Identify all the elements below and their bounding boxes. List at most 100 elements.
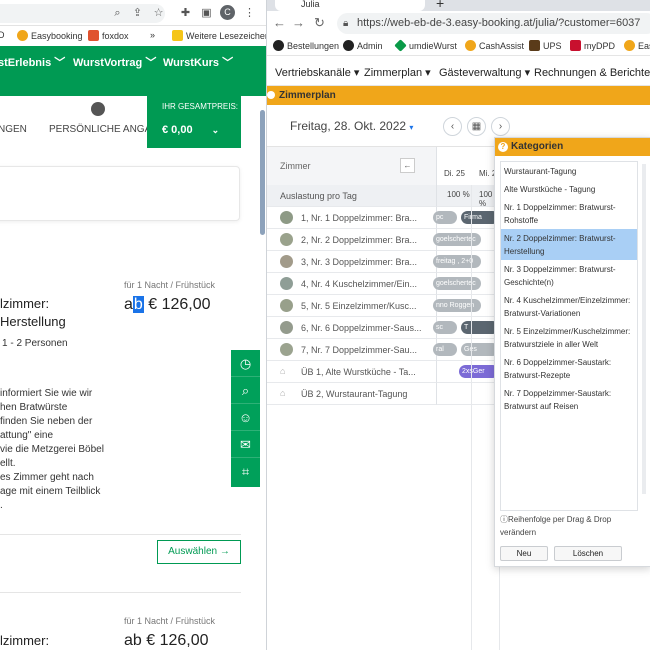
info-card [0, 166, 240, 221]
menu-zimmerplan[interactable]: Zimmerplan ▾ [364, 66, 431, 79]
bookmarks-bar: D Easybooking foxdox » Weitere Lesezeich… [0, 26, 266, 46]
room-row-cells: freitag , 2+0 [433, 251, 499, 273]
price-label: für 1 Nacht / Frühstück [124, 280, 216, 290]
day-label: Di. 25 [444, 169, 465, 178]
booking-pill[interactable]: freitag , 2+0 [433, 255, 481, 268]
lock-icon: 🔒︎ [343, 18, 349, 29]
sidepanel-icon[interactable]: ▣ [200, 7, 213, 20]
price-label-2: für 1 Nacht / Frühstück [124, 616, 216, 626]
category-item[interactable]: Nr. 7 Doppelzimmer-Saustark: Bratwurst a… [501, 384, 637, 415]
bookmark-foxdox[interactable]: foxdox [88, 30, 129, 41]
url-field[interactable]: 🔒︎ https://web-eb-de-3.easy-booking.at/j… [337, 13, 650, 34]
grid-line [471, 185, 472, 650]
new-tab-button[interactable]: + [436, 0, 444, 11]
help-icon[interactable]: ? [498, 142, 508, 152]
room-title-2: lzimmer: [0, 633, 50, 648]
bookmark-mydpd[interactable]: myDPD [570, 40, 615, 51]
select-room-button[interactable]: Auswählen → [157, 540, 241, 564]
prev-day-button[interactable]: ‹ [443, 117, 462, 136]
extensions-icon[interactable]: ✚ [179, 7, 192, 20]
bookmark-bestellungen[interactable]: Bestellungen [273, 40, 339, 51]
room-row-cells: goelschertec [433, 273, 499, 295]
category-item[interactable]: Nr. 6 Doppelzimmer-Saustark: Bratwurst-R… [501, 353, 637, 384]
section-title: Zimmerplan [279, 90, 336, 101]
delete-category-button[interactable]: Löschen [554, 546, 622, 561]
room-row-label[interactable]: 5, Nr. 5 Einzelzimmer/Kusc... [267, 295, 437, 317]
room-row-cells: 2xsGer [437, 361, 499, 383]
share-icon[interactable]: ⇪ [131, 7, 144, 20]
room-row-label[interactable]: 6, Nr. 6 Doppelzimmer-Saus... [267, 317, 437, 339]
booking-pill[interactable]: nno Roggen [433, 299, 481, 312]
booking-pill[interactable]: ral [433, 343, 457, 356]
reload-icon[interactable]: ↻ [314, 15, 325, 31]
room-row-label[interactable]: 2, Nr. 2 Doppelzimmer: Bra... [267, 229, 437, 251]
new-category-button[interactable]: Neu [500, 546, 548, 561]
calendar-icon[interactable]: ▦ [467, 117, 486, 136]
booking-pill[interactable]: goelschertec [433, 277, 481, 290]
mail-icon[interactable]: ✉ [231, 431, 260, 458]
room-row-cells: ralGes [433, 339, 499, 361]
bookmark-easybooking[interactable]: Easybooking [17, 30, 83, 41]
bookmark-ups[interactable]: UPS [529, 40, 562, 51]
bookmark-cashassist[interactable]: CashAssist [465, 40, 524, 51]
umdiewurst-icon [394, 39, 407, 52]
help-icon[interactable] [267, 91, 275, 99]
booking-pill[interactable]: goelschertec [433, 233, 481, 246]
category-item[interactable]: Nr. 4 Kuschelzimmer/Einzelzimmer: Bratwu… [501, 291, 637, 322]
room-row-cells [437, 383, 499, 405]
back-icon[interactable]: ← [273, 15, 286, 30]
menu-rechnungen[interactable]: Rechnungen & Berichte ▾ [534, 66, 650, 79]
user-icon[interactable]: ☺ [231, 404, 260, 431]
tab-julia[interactable]: Julia [275, 0, 425, 11]
caret-down-icon: ▾ [409, 123, 414, 132]
date-picker[interactable]: Freitag, 28. Okt. 2022 ▾ [290, 119, 413, 133]
bookmark-admin[interactable]: Admin [343, 40, 383, 51]
bookmark-folder-weitere[interactable]: Weitere Lesezeichen [172, 30, 266, 41]
room-row-label[interactable]: 1, Nr. 1 Doppelzimmer: Bra... [267, 207, 437, 229]
bookmark-item[interactable]: D [0, 30, 5, 40]
category-item[interactable]: Nr. 5 Einzelzimmer/Kuschelzimmer: Bratwu… [501, 322, 637, 353]
room-row-label[interactable]: 3, Nr. 3 Doppelzimmer: Bra... [267, 251, 437, 273]
scrollbar[interactable] [260, 110, 265, 235]
crop-icon[interactable]: ⌗ [231, 458, 260, 485]
address-bar: ⌕ ⇪ ☆ ✚ ▣ C ⋮ [0, 0, 266, 26]
room-avatar [280, 233, 293, 246]
dialog-scrollbar[interactable] [642, 164, 646, 494]
more-menu-icon[interactable]: ⋮ [243, 7, 256, 20]
menu-vertriebskanaele[interactable]: Vertriebskanäle ▾ [275, 66, 359, 79]
booking-pill[interactable]: 2xsGer [459, 365, 499, 378]
search-icon[interactable]: ⌕ [231, 377, 260, 404]
clock-icon[interactable]: ◷ [231, 350, 260, 377]
room-persons: 1 - 2 Personen [2, 338, 68, 349]
booking-pill[interactable]: pc [433, 211, 457, 224]
category-item[interactable]: Wurstaurant-Tagung [501, 162, 637, 180]
step-item[interactable]: NGEN [0, 124, 27, 135]
booking-pill[interactable]: sc [433, 321, 457, 334]
profile-avatar[interactable]: C [220, 5, 235, 20]
menu-gaesteverwaltung[interactable]: Gästeverwaltung ▾ [439, 66, 530, 79]
category-item[interactable]: Nr. 2 Doppelzimmer: Bratwurst-Herstellun… [501, 229, 637, 260]
bookmark-eas[interactable]: Eas [624, 40, 650, 51]
right-browser-window: Julia + ← → ↻ 🔒︎ https://web-eb-de-3.eas… [266, 0, 650, 650]
category-item[interactable]: Nr. 3 Doppelzimmer: Bratwurst-Geschichte… [501, 260, 637, 291]
collapse-icon[interactable]: ← [400, 158, 415, 173]
forward-icon[interactable]: → [292, 15, 305, 30]
next-day-button[interactable]: › [491, 117, 510, 136]
auslastung-cells: 100 % 100 % [437, 185, 499, 208]
category-item[interactable]: Alte Wurstküche - Tagung [501, 180, 637, 198]
left-browser-window: ⌕ ⇪ ☆ ✚ ▣ C ⋮ D Easybooking foxdox » Wei… [0, 0, 266, 650]
nav-item-wurstvortrag[interactable]: WurstVortrag ﹀ [73, 54, 156, 70]
bookmark-star-icon[interactable]: ☆ [152, 7, 165, 20]
category-item[interactable]: Nr. 1 Doppelzimmer: Bratwurst-Rohstoffe [501, 198, 637, 229]
total-price-box[interactable]: IHR GESAMTPREIS: € 0,00 ⌄ [147, 96, 241, 148]
nav-item-wurstkurs[interactable]: WurstKurs ﹀ [163, 54, 233, 70]
room-row-label[interactable]: ⌂ ÜB 2, Wurstaurant-Tagung [267, 383, 437, 405]
bookmarks-overflow[interactable]: » [150, 30, 155, 40]
zoom-icon[interactable]: ⌕ [111, 7, 124, 20]
bookmark-umdiewurst[interactable]: umdieWurst [394, 39, 457, 52]
room-avatar [280, 299, 293, 312]
nav-item[interactable]: stErlebnis ﹀ [0, 54, 65, 70]
room-row-label[interactable]: 4, Nr. 4 Kuschelzimmer/Ein... [267, 273, 437, 295]
room-row-label[interactable]: ⌂ ÜB 1, Alte Wurstküche - Ta... [267, 361, 437, 383]
room-row-label[interactable]: 7, Nr. 7 Doppelzimmer-Sau... [267, 339, 437, 361]
